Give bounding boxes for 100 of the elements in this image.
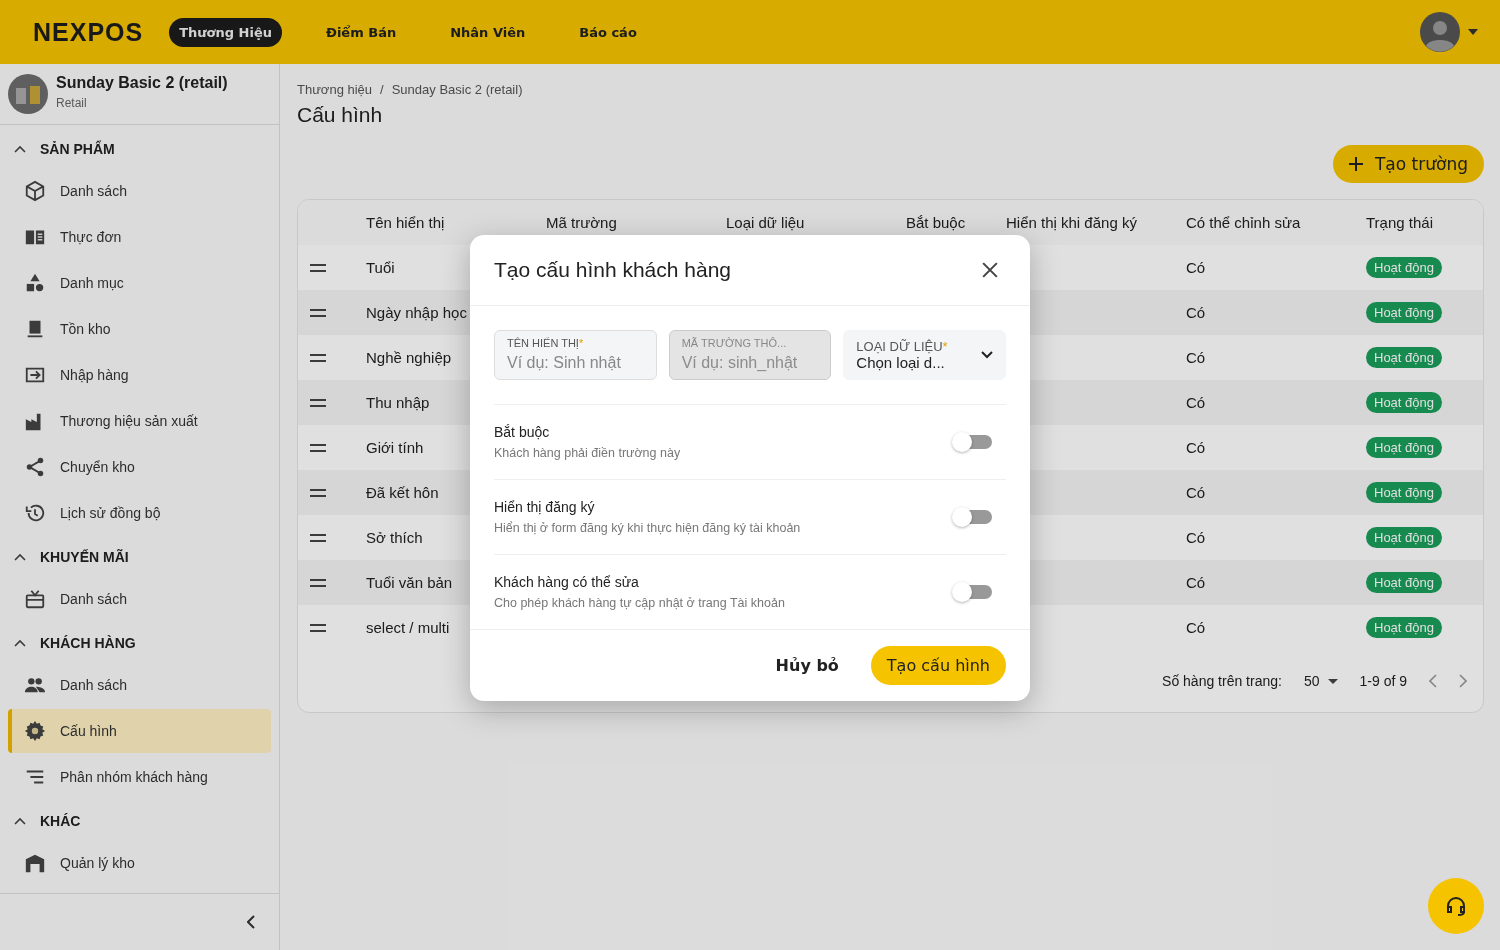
dialog-title: Tạo cấu hình khách hàng bbox=[494, 258, 731, 282]
close-icon[interactable] bbox=[982, 262, 998, 278]
drag-handle-icon[interactable] bbox=[310, 623, 326, 632]
drag-handle-icon[interactable] bbox=[310, 533, 326, 542]
plus-icon bbox=[1349, 157, 1363, 171]
sidebar-item[interactable]: Cấu hình bbox=[8, 709, 271, 753]
status-badge: Hoạt động bbox=[1366, 302, 1442, 323]
collapse-sidebar-icon[interactable] bbox=[247, 915, 255, 929]
sidebar-item[interactable]: Chuyển kho bbox=[8, 445, 271, 489]
field-label: MÃ TRƯỜNG THÔ... bbox=[681, 337, 787, 349]
nav-tab[interactable]: Điểm Bán bbox=[316, 17, 407, 47]
caret-icon[interactable] bbox=[1468, 29, 1478, 35]
caret-icon[interactable] bbox=[1327, 678, 1338, 684]
table-cell: Có bbox=[1186, 439, 1206, 456]
sidebar-item[interactable]: Lịch sử đồng bộ bbox=[8, 491, 271, 535]
drag-handle-icon[interactable] bbox=[310, 398, 326, 407]
option-description: Hiển thị ở form đăng ký khi thực hiện đăng ký tài khoản bbox=[494, 521, 801, 535]
table-cell: Có bbox=[1186, 259, 1206, 276]
sidebar-item[interactable]: Phân nhóm khách hàng bbox=[8, 755, 271, 799]
create-field-button[interactable]: Tạo trường bbox=[1333, 145, 1484, 183]
status-badge: Hoạt động bbox=[1366, 257, 1442, 278]
nav-tab[interactable]: Nhân Viên bbox=[440, 17, 536, 47]
option-title: Hiển thị đăng ký bbox=[494, 499, 596, 515]
option-title: Bắt buộc bbox=[494, 424, 551, 440]
column-header: Loại dữ liệu bbox=[726, 214, 805, 231]
column-header: Bắt buộc bbox=[906, 214, 966, 231]
sidebar-item[interactable]: Danh sách bbox=[8, 577, 271, 621]
sidebar-item[interactable]: Thực đơn bbox=[8, 215, 271, 259]
collapse-icon[interactable] bbox=[14, 553, 26, 561]
brand-name: Sunday Basic 2 (retail) bbox=[56, 74, 228, 92]
previous-page-icon[interactable] bbox=[1429, 674, 1437, 688]
column-header: Mã trường bbox=[546, 214, 617, 231]
table-cell: Thu nhập bbox=[366, 394, 430, 411]
box-icon bbox=[24, 180, 46, 202]
nav-tab[interactable]: Báo cáo bbox=[569, 17, 647, 47]
sidebar-item[interactable]: Tồn kho bbox=[8, 307, 271, 351]
drag-handle-icon[interactable] bbox=[310, 353, 326, 362]
table-cell: Giới tính bbox=[366, 439, 424, 456]
rows-per-page-label: Số hàng trên trang: bbox=[1162, 673, 1282, 689]
sidebar-item[interactable]: Danh sách bbox=[8, 169, 271, 213]
history-icon bbox=[24, 502, 46, 524]
brand-type: Retail bbox=[56, 96, 88, 110]
table-cell: Tuổi bbox=[366, 259, 395, 276]
breadcrumb-separator: / bbox=[380, 82, 384, 97]
table-cell: select / multi bbox=[366, 619, 450, 636]
status-badge: Hoạt động bbox=[1366, 617, 1442, 638]
table-cell: Có bbox=[1186, 529, 1206, 546]
field-label: LOẠI DỮ LIỆU bbox=[856, 339, 943, 354]
nav-tab[interactable]: Thương Hiệu bbox=[169, 17, 282, 47]
gear-icon bbox=[24, 720, 46, 742]
sidebar-item[interactable]: Quản lý kho bbox=[8, 841, 271, 885]
breadcrumb-link[interactable]: Thương hiệu bbox=[297, 82, 373, 97]
column-header: Trạng thái bbox=[1366, 214, 1433, 231]
rows-per-page-value[interactable]: 50 bbox=[1303, 673, 1320, 689]
submit-button[interactable]: Tạo cấu hình bbox=[870, 646, 1006, 685]
shapes-icon bbox=[24, 272, 46, 294]
drag-handle-icon[interactable] bbox=[310, 488, 326, 497]
column-header: Có thể chỉnh sửa bbox=[1186, 214, 1301, 231]
table-cell: Đã kết hôn bbox=[366, 484, 439, 501]
chevron-down-icon[interactable] bbox=[981, 351, 993, 359]
required-mark: * bbox=[578, 337, 584, 349]
table-cell: Có bbox=[1186, 349, 1206, 366]
status-badge: Hoạt động bbox=[1366, 527, 1442, 548]
brand-avatar-icon bbox=[8, 74, 48, 114]
section-title: SẢN PHẨM bbox=[40, 141, 115, 157]
share-icon bbox=[24, 456, 46, 478]
headset-icon bbox=[1444, 894, 1468, 918]
drag-handle-icon[interactable] bbox=[310, 263, 326, 272]
field-label: TÊN HIỂN THỊ bbox=[507, 337, 579, 349]
next-page-icon[interactable] bbox=[1459, 674, 1467, 688]
section-title: KHUYẾN MÃI bbox=[40, 549, 129, 565]
drag-handle-icon[interactable] bbox=[310, 443, 326, 452]
page-title: Cấu hình bbox=[297, 103, 384, 127]
drag-handle-icon[interactable] bbox=[310, 308, 326, 317]
collapse-icon[interactable] bbox=[14, 817, 26, 825]
option-description: Cho phép khách hàng tự cập nhật ở trang Tài khoản bbox=[494, 596, 785, 610]
cancel-button[interactable]: Hủy bỏ bbox=[769, 655, 845, 676]
sidebar-item[interactable]: Danh mục bbox=[8, 261, 271, 305]
table-cell: Có bbox=[1186, 304, 1206, 321]
sidebar-item[interactable]: Thương hiệu sản xuất bbox=[8, 399, 271, 443]
collapse-icon[interactable] bbox=[14, 639, 26, 647]
sidebar-item[interactable]: Nhập hàng bbox=[8, 353, 271, 397]
required-mark: * bbox=[942, 339, 948, 354]
page-range: 1-9 of 9 bbox=[1359, 673, 1407, 689]
sidebar-item[interactable]: Danh sách bbox=[8, 663, 271, 707]
logo: NEXPOS bbox=[33, 17, 144, 47]
avatar-icon[interactable] bbox=[1420, 12, 1460, 52]
section-title: KHÁCH HÀNG bbox=[40, 635, 136, 651]
table-cell: Có bbox=[1186, 574, 1206, 591]
section-title: KHÁC bbox=[40, 813, 81, 829]
breadcrumb-link[interactable]: Sunday Basic 2 (retail) bbox=[391, 82, 523, 97]
drag-handle-icon[interactable] bbox=[310, 578, 326, 587]
status-badge: Hoạt động bbox=[1366, 482, 1442, 503]
collapse-icon[interactable] bbox=[14, 145, 26, 153]
table-cell: Tuổi văn bản bbox=[366, 574, 453, 591]
status-badge: Hoạt động bbox=[1366, 572, 1442, 593]
table-cell: Nghề nghiệp bbox=[366, 349, 452, 366]
select-field[interactable]: LOẠI DỮ LIỆU* Chọn loại d... bbox=[843, 330, 1006, 380]
table-cell: Có bbox=[1186, 619, 1206, 636]
status-badge: Hoạt động bbox=[1366, 392, 1442, 413]
